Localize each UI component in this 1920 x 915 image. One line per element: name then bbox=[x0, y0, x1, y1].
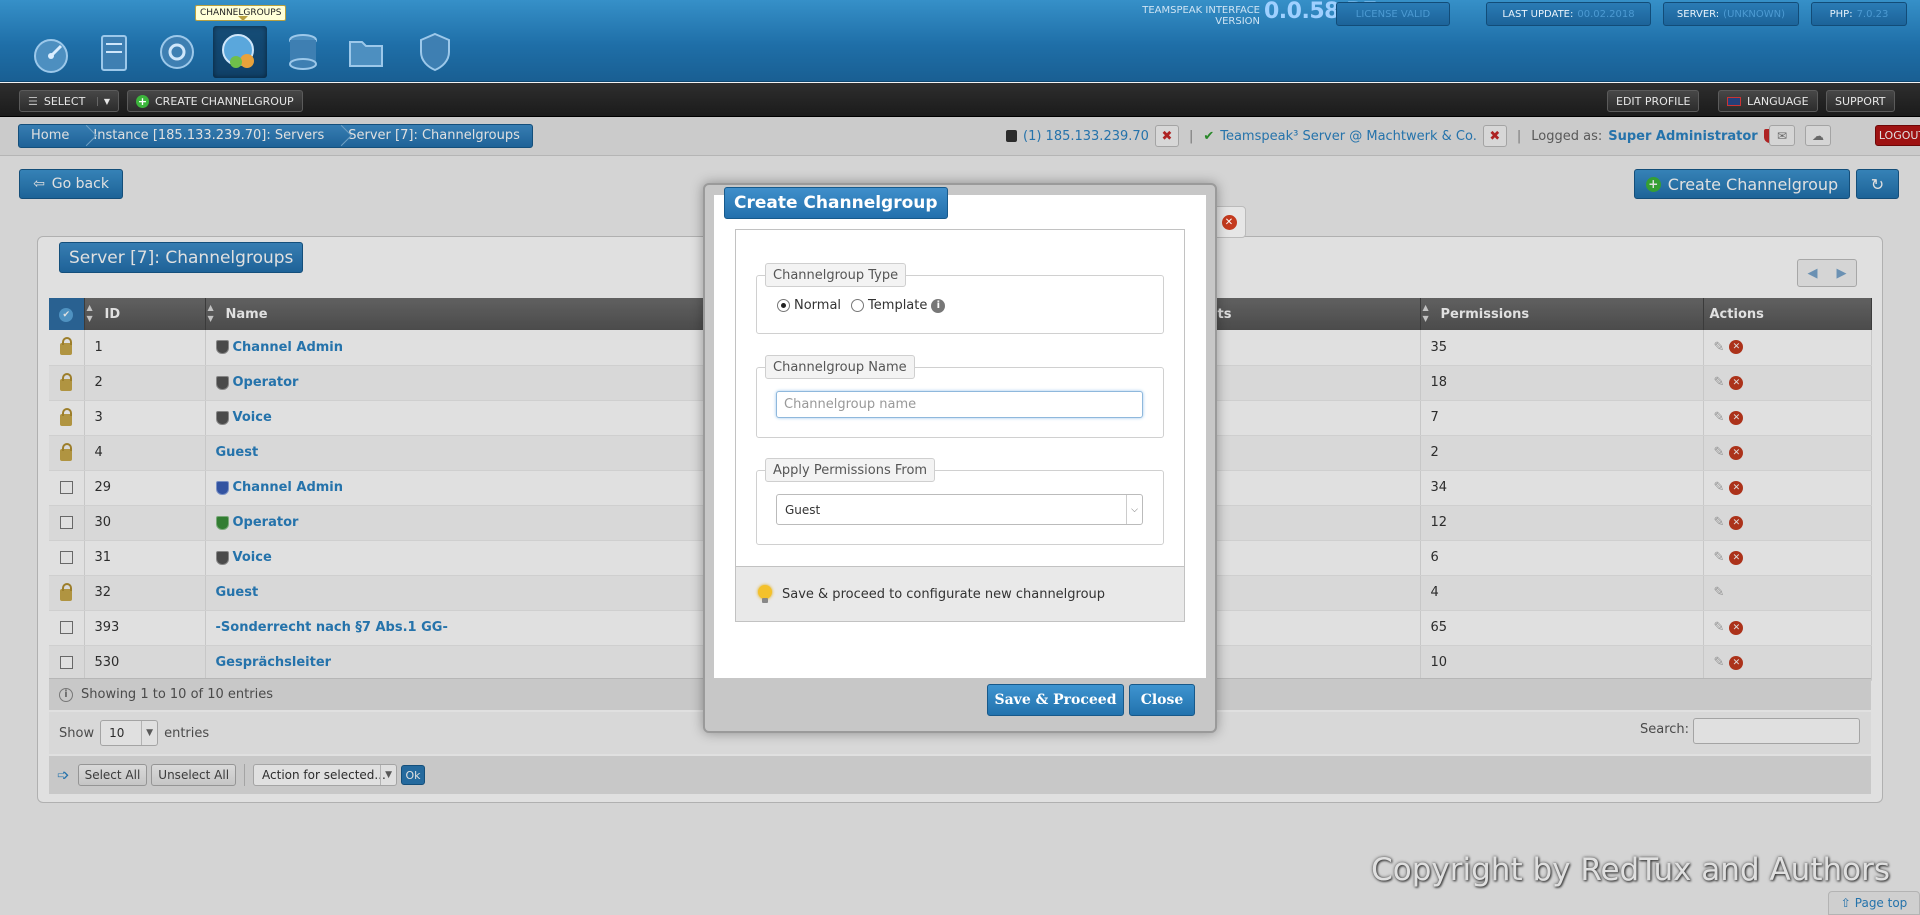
close-button[interactable]: Close bbox=[1129, 684, 1195, 716]
permissions-fieldset: Apply Permissions From Guest ⌵ bbox=[756, 458, 1164, 545]
chevron-down-icon: ⌵ bbox=[1126, 495, 1142, 524]
app-brand: TEAMSPEAK INTERFACE VERSION 0.0.58 BE bbox=[1080, 1, 1377, 28]
type-legend: Channelgroup Type bbox=[765, 263, 907, 287]
dialog-close-tab[interactable]: ✕ bbox=[1212, 206, 1246, 238]
dialog-tip-text: Save & proceed to configurate new channe… bbox=[782, 586, 1106, 602]
language-button[interactable]: LANGUAGE bbox=[1718, 90, 1818, 112]
database-icon[interactable] bbox=[276, 26, 330, 78]
support-button[interactable]: SUPPORT bbox=[1826, 90, 1895, 112]
select-button[interactable]: ☰ SELECT ▼ bbox=[19, 90, 119, 112]
folder-icon[interactable] bbox=[339, 26, 393, 78]
dialog-title: Create Channelgroup bbox=[724, 187, 948, 219]
radio-checked[interactable] bbox=[777, 299, 790, 312]
create-channelgroup-toolbar-label: CREATE CHANNELGROUP bbox=[155, 94, 294, 108]
info-icon[interactable]: i bbox=[931, 298, 946, 313]
dashboard-icon[interactable] bbox=[24, 26, 78, 78]
close-icon: ✕ bbox=[1221, 214, 1237, 230]
server-label: SERVER: bbox=[1676, 8, 1720, 20]
channelgroup-name-input[interactable] bbox=[776, 391, 1143, 418]
select-icon: ☰ bbox=[28, 94, 38, 108]
save-proceed-button[interactable]: Save & Proceed bbox=[987, 684, 1124, 716]
license-badge: LICENSE VALID bbox=[1336, 2, 1450, 26]
channelgroups-icon[interactable] bbox=[213, 26, 267, 78]
add-icon: + bbox=[136, 94, 149, 108]
type-fieldset: Channelgroup Type Normal Template i bbox=[756, 263, 1164, 334]
teamspeak-icon[interactable] bbox=[150, 26, 204, 78]
brand-line-1: TEAMSPEAK INTERFACE bbox=[1142, 5, 1260, 16]
name-legend: Channelgroup Name bbox=[765, 355, 915, 379]
chevron-down-icon[interactable]: ▼ bbox=[96, 96, 110, 106]
create-channelgroup-toolbar-button[interactable]: + CREATE CHANNELGROUP bbox=[127, 90, 303, 112]
last-update-badge: LAST UPDATE: 00.02.2018 bbox=[1486, 2, 1651, 26]
select-label: SELECT bbox=[43, 94, 86, 108]
brand-line-2: VERSION bbox=[1215, 16, 1260, 27]
shield-icon[interactable] bbox=[408, 26, 462, 78]
type-normal-radio[interactable]: Normal bbox=[777, 298, 841, 313]
permissions-source-select[interactable]: Guest ⌵ bbox=[776, 494, 1143, 525]
language-label: LANGUAGE bbox=[1747, 94, 1809, 108]
server-icon[interactable] bbox=[87, 26, 141, 78]
last-update-label: LAST UPDATE: bbox=[1502, 8, 1574, 20]
edit-profile-button[interactable]: EDIT PROFILE bbox=[1607, 90, 1700, 112]
server-badge: SERVER: (UNKNOWN) bbox=[1663, 2, 1799, 26]
php-value: 7.0.23 bbox=[1856, 8, 1889, 20]
permissions-source-value: Guest bbox=[785, 502, 821, 517]
flag-uk-icon bbox=[1727, 96, 1741, 106]
php-label: PHP: bbox=[1829, 8, 1853, 20]
last-update-value: 00.02.2018 bbox=[1577, 8, 1635, 20]
type-template-radio[interactable]: Template i bbox=[851, 298, 946, 313]
server-value: (UNKNOWN) bbox=[1723, 8, 1786, 20]
permissions-legend: Apply Permissions From bbox=[765, 458, 936, 482]
lightbulb-icon bbox=[758, 585, 772, 603]
php-badge: PHP: 7.0.23 bbox=[1811, 2, 1907, 26]
nav-tooltip: CHANNELGROUPS bbox=[195, 5, 287, 21]
radio-unchecked[interactable] bbox=[851, 299, 865, 312]
dialog-tip: Save & proceed to configurate new channe… bbox=[736, 566, 1184, 621]
